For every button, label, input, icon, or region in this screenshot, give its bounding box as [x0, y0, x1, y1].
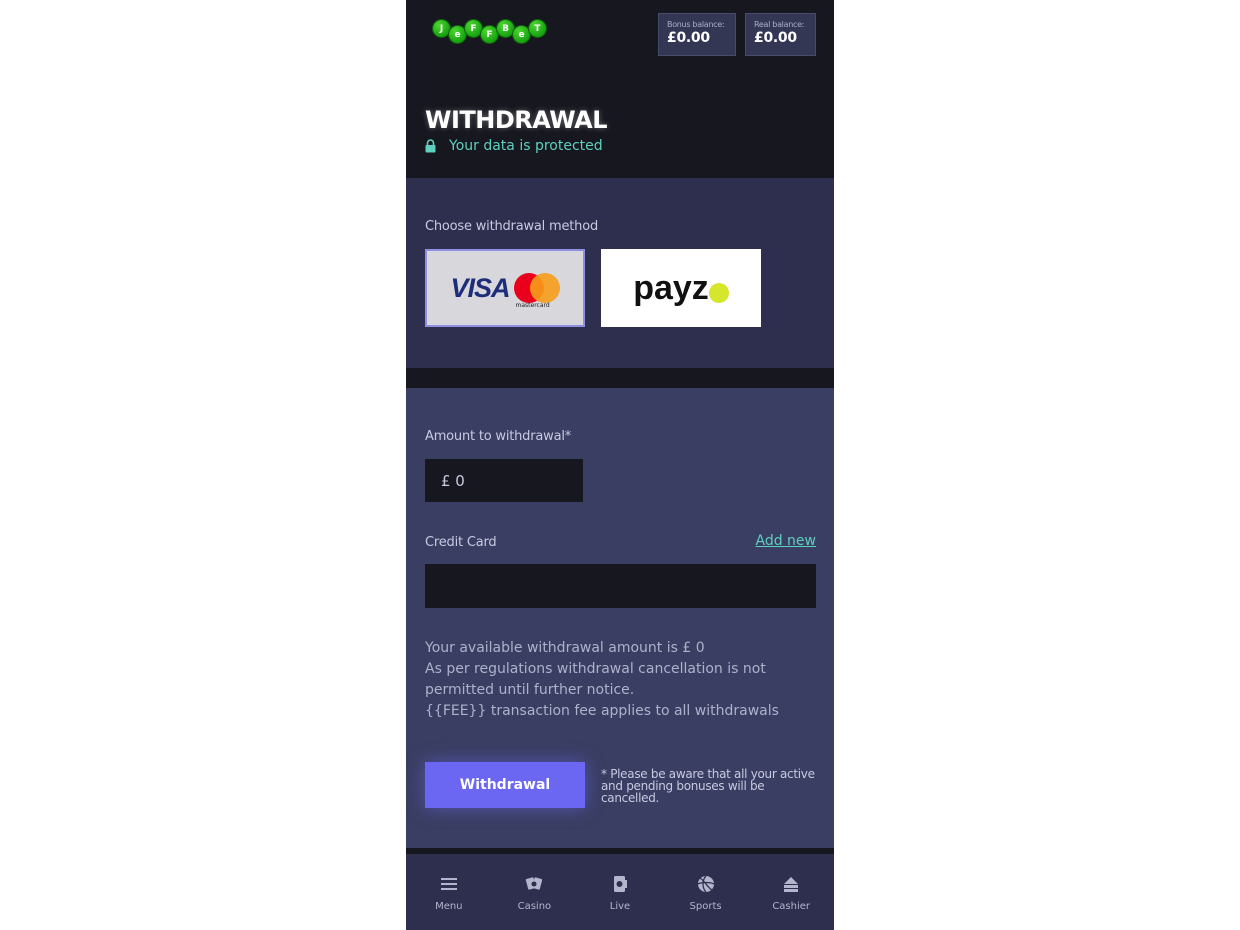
nav-label: Sports [689, 901, 722, 912]
method-label: Choose withdrawal method [425, 219, 599, 234]
lock-icon [425, 139, 436, 153]
amount-label: Amount to withdrawal* [425, 429, 572, 444]
info-line: permitted until further notice. [425, 682, 635, 698]
logo-letter: e [513, 26, 530, 43]
protected-text: Your data is protected [449, 138, 603, 154]
jeffbet-logo[interactable]: J e F F B e T [433, 20, 546, 43]
sports-icon [697, 875, 714, 893]
logo-letter: F [481, 26, 498, 43]
info-line: {{FEE}} transaction fee applies to all w… [425, 703, 779, 719]
nav-label: Casino [517, 901, 552, 912]
withdrawal-button[interactable]: Withdrawal [425, 762, 585, 808]
payz-logo: payz [633, 268, 709, 307]
info-line: Your available withdrawal amount is £ 0 [425, 640, 705, 656]
mastercard-text: mastercard [515, 302, 550, 309]
amount-input[interactable]: £ 0 [425, 459, 583, 502]
nav-item-sports[interactable]: Sports [663, 854, 749, 930]
payz-dot-icon [708, 283, 729, 303]
header: J e F F B e T Bonus balance: £0.00 Real … [406, 0, 834, 178]
bonus-cancel-note: * Please be aware that all your active a… [601, 767, 815, 805]
method-visa-mastercard[interactable]: VISA mastercard [425, 249, 585, 327]
withdrawal-method-section: Choose withdrawal method VISA mastercard… [406, 178, 834, 368]
credit-card-label: Credit Card [425, 535, 497, 550]
real-balance-value: £0.00 [754, 30, 797, 46]
real-balance[interactable]: Real balance: £0.00 [745, 13, 816, 56]
data-protected-notice: Your data is protected [425, 138, 603, 154]
logo-letter: e [449, 26, 466, 43]
live-icon [613, 876, 627, 892]
cashier-icon [784, 877, 799, 892]
nav-label: Cashier [772, 901, 811, 912]
menu-icon [440, 878, 457, 890]
mobile-screen: J e F F B e T Bonus balance: £0.00 Real … [406, 0, 834, 930]
section-divider [406, 368, 834, 388]
mastercard-logo: mastercard [513, 268, 560, 309]
logo-letter: T [529, 20, 546, 37]
nav-label: Live [609, 901, 631, 912]
logo-letter: B [497, 20, 514, 37]
nav-label: Menu [435, 901, 463, 912]
add-new-card-link[interactable]: Add new [756, 533, 817, 549]
real-balance-label: Real balance: [754, 20, 805, 29]
nav-item-menu[interactable]: Menu [406, 854, 492, 930]
bonus-balance-label: Bonus balance: [667, 20, 725, 29]
credit-card-select[interactable] [425, 564, 816, 608]
nav-item-casino[interactable]: Casino [492, 854, 578, 930]
nav-item-live[interactable]: Live [577, 854, 663, 930]
withdrawal-form: Amount to withdrawal* £ 0 Credit Card Ad… [406, 388, 834, 848]
visa-logo: VISA [450, 272, 510, 303]
page-title: WITHDRAWAL [425, 106, 608, 134]
casino-icon [526, 877, 543, 890]
bottom-nav: Menu Casino Live Sports Cashier [406, 854, 834, 930]
method-payz[interactable]: payz [601, 249, 761, 327]
bonus-balance-value: £0.00 [667, 30, 710, 46]
info-line: As per regulations withdrawal cancellati… [425, 661, 766, 677]
logo-letter: J [433, 20, 450, 37]
nav-item-cashier[interactable]: Cashier [748, 854, 834, 930]
withdrawal-info: Your available withdrawal amount is £ 0 … [425, 638, 820, 722]
logo-letter: F [465, 20, 482, 37]
bonus-balance[interactable]: Bonus balance: £0.00 [658, 13, 736, 56]
